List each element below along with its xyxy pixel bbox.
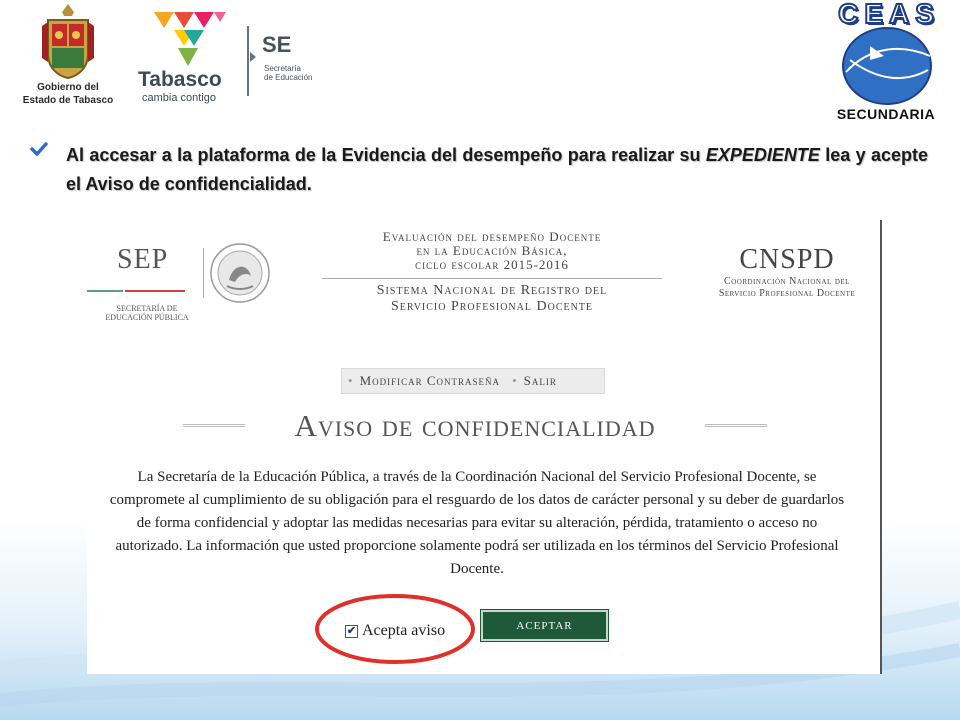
instruction-text: Al accesar a la plataforma de la Evidenc… — [66, 141, 928, 199]
sep-green-line — [87, 290, 123, 292]
nav-bullet-icon: • — [348, 373, 354, 388]
aviso-heading: Aviso de confidencialidad — [183, 408, 773, 448]
ceas-secundaria-logo: CEAS SECUNDARIA — [816, 0, 956, 124]
sep-red-line — [125, 290, 185, 292]
tabasco-tagline: cambia contigo — [142, 92, 216, 104]
system-title-line2: Servicio Profesional Docente — [390, 299, 594, 314]
ceas-subtitle: SECUNDARIA — [836, 106, 936, 122]
sep-subtitle: SECRETARÍA DE EDUCACIÓN PÚBLICA — [97, 304, 197, 322]
gobierno-text-line1: Gobierno del — [37, 82, 99, 93]
tabasco-t-icon — [154, 12, 226, 66]
cnspd-subtitle-line1: Coordinación Nacional del — [724, 276, 850, 287]
coat-of-arms-icon — [42, 4, 94, 80]
nav-logout-label: Salir — [523, 373, 557, 388]
se-subtitle: Secretaría de Educación — [264, 64, 334, 82]
se-subtitle-line1: Secretaría — [264, 64, 301, 73]
nav-modify-password-label: Modificar Contraseña — [359, 373, 501, 388]
confidentiality-notice: La Secretaría de la Educación Pública, a… — [109, 469, 845, 577]
aviso-rule-left — [183, 424, 245, 427]
se-subtitle-line2: de Educación — [264, 73, 313, 82]
aviso-rule-right — [705, 424, 767, 427]
system-title-line1: Sistema Nacional de Registro del — [376, 283, 608, 298]
instruction-text-start: Al accesar a la plataforma de la Evidenc… — [66, 145, 706, 165]
sep-word: SEP — [117, 244, 169, 275]
logo-divider — [203, 248, 204, 298]
accept-notice-checkbox[interactable]: ✔ Acepta aviso — [345, 622, 445, 640]
cnspd-subtitle-line2: Servicio Profesional Docente — [718, 288, 856, 299]
nav-bullet-icon: • — [512, 373, 518, 388]
sep-subtitle-line2: EDUCACIÓN PÚBLICA — [105, 313, 189, 322]
aviso-title: Aviso de confidencialidad — [294, 408, 656, 443]
accept-section: ✔ Acepta aviso ACEPTAR — [313, 592, 713, 664]
nav-modify-password[interactable]: • Modificar Contraseña — [348, 373, 500, 389]
eval-title-line1: Evaluación del desempeño Docente — [382, 229, 602, 244]
eval-title-line3: ciclo escolar 2015-2016 — [415, 257, 569, 272]
header-rule — [322, 278, 662, 279]
sep-subtitle-line1: SECRETARÍA DE — [116, 304, 178, 313]
se-divider — [247, 26, 249, 96]
tabasco-cambia-contigo-logo: Tabasco cambia contigo — [136, 8, 240, 104]
accept-notice-label: Acepta aviso — [362, 622, 446, 639]
nav-logout[interactable]: • Salir — [512, 373, 557, 389]
accept-button[interactable]: ACEPTAR — [480, 609, 609, 642]
mexico-seal-icon — [210, 243, 270, 303]
se-arrow-icon — [250, 52, 256, 62]
secretaria-educacion-logo: SE Secretaría de Educación — [244, 24, 334, 96]
tabasco-word: Tabasco — [138, 68, 222, 91]
instruction-emphasis: EXPEDIENTE — [705, 145, 820, 165]
ceas-globe-icon — [842, 27, 932, 105]
gobierno-text-line2: Estado de Tabasco — [22, 95, 114, 106]
se-title: SE — [262, 32, 292, 57]
checkbox-checked-icon[interactable]: ✔ — [345, 624, 358, 638]
cnspd-word: CNSPD — [739, 244, 835, 275]
evaluation-header: Evaluación del desempeño Docente en la E… — [287, 230, 697, 315]
checkmark-bullet-icon — [30, 142, 48, 156]
eval-title-line2: en la Educación Básica, — [416, 243, 568, 258]
gobierno-tabasco-logo: Gobierno del Estado de Tabasco — [16, 2, 120, 108]
cnspd-logo: CNSPD Coordinación Nacional del Servicio… — [697, 244, 877, 300]
account-nav: • Modificar Contraseña • Salir — [341, 368, 605, 394]
platform-screenshot: SEP SECRETARÍA DE EDUCACIÓN PÚBLICA Eval… — [87, 220, 882, 674]
